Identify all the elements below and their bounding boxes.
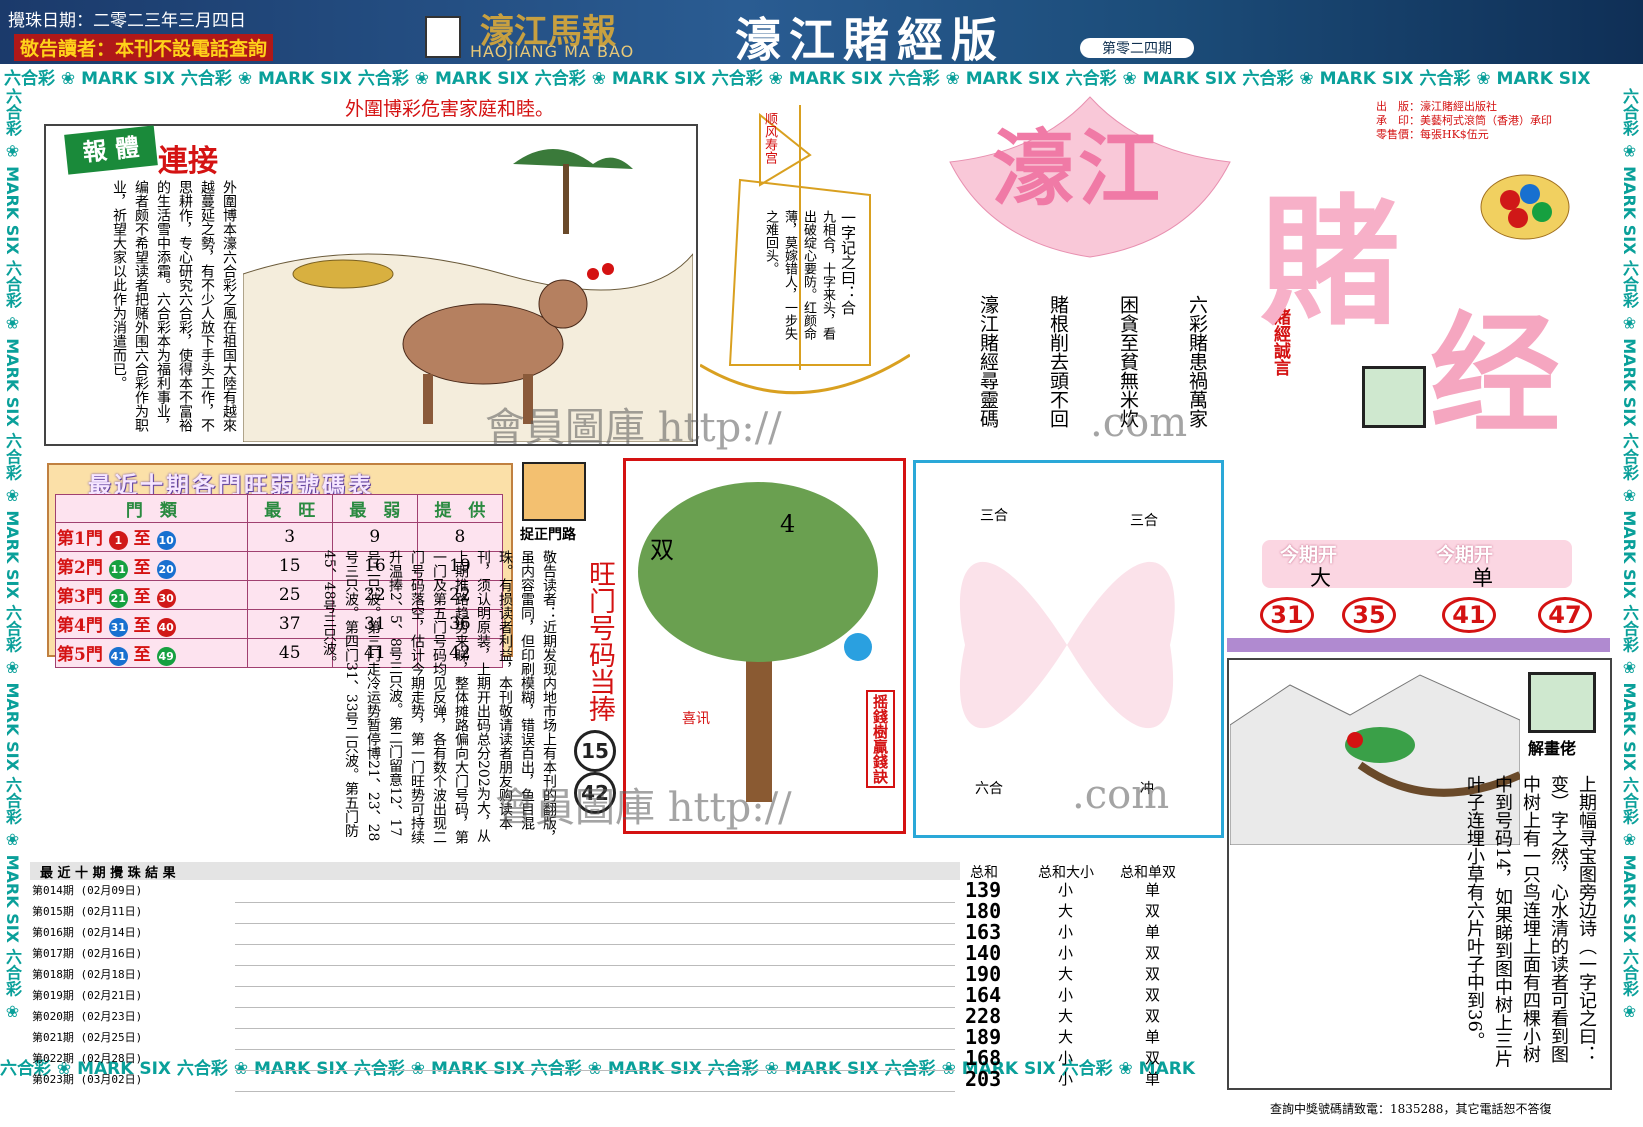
watermark-3: 會員圖庫 http://	[495, 785, 792, 831]
motto-line-4: 濠江賭經尋靈碼	[977, 295, 999, 428]
footer-phone: 查詢中獎號碼請致電：1835288，其它電話恕不答復	[1270, 1102, 1552, 1116]
col-tip: 提 供	[416, 494, 504, 523]
jiehua-text: 上期幅寻宝图旁边诗（一字记之曰：变）字之然，心水清的读者可看到图中树上有一只鸟连…	[1464, 775, 1597, 1068]
tree-side-label: 摇錢樹贏錢訣	[866, 690, 895, 788]
list-item: 第022期 (02月28日)	[32, 1052, 143, 1065]
door-road-text: 敬告读者：近期发现内地市场上有本刊的翻版，虽内容雷同，但印刷模糊，错误百出，鱼目…	[321, 550, 557, 844]
header-warning: 敬告讀者：本刊不設電話查詢	[14, 34, 274, 61]
tree-note-title: 喜讯	[682, 711, 710, 727]
results-sums: 139 180 163 140 190 164 228 189 168 203	[965, 878, 1002, 1091]
motto-line-1: 六彩賭患禍萬家	[1186, 295, 1208, 428]
list-item: 第015期 (02月11日)	[32, 905, 143, 918]
hand-icon	[1362, 366, 1426, 428]
hand-key-icon	[522, 462, 586, 521]
list-item: 第014期 (02月09日)	[32, 884, 143, 897]
results-col-parity: 总和单双	[1120, 865, 1176, 881]
draw-date: 攪珠日期：二零二三年三月四日	[8, 11, 246, 31]
list-item: 第017期 (02月16日)	[32, 947, 143, 960]
bigtitle-jing: 经	[1430, 298, 1561, 451]
hand-pen-icon	[1528, 672, 1596, 733]
tag-lianjie: 連接	[158, 144, 218, 179]
list-item: 第016期 (02月14日)	[32, 926, 143, 939]
period-num-2: 35	[1342, 597, 1396, 633]
results-periods: 第014期 (02月09日) 第015期 (02月11日) 第016期 (02月…	[32, 882, 252, 1092]
headline: 外圍博彩危害家庭和睦。	[345, 98, 555, 120]
bigtitle-haojiang: 濠江	[992, 121, 1165, 217]
bigtitle-du: 賭	[1260, 181, 1401, 345]
list-item: 第020期 (02月23日)	[32, 1010, 143, 1023]
tree-label-2: 4	[780, 510, 796, 538]
zodiac-label-b: 三合	[1130, 513, 1158, 529]
motto-line-3: 賭根削去頭不回	[1047, 295, 1069, 428]
right-band: 六合彩 ❀ MARK SIX 六合彩 ❀ MARK SIX 六合彩 ❀ MARK…	[1620, 88, 1639, 1022]
door-road-label: 捉正門路	[520, 527, 576, 543]
page-title: 濠江賭經版	[735, 13, 1005, 67]
results-parities: 单双单双双双双单双单	[1145, 881, 1161, 1088]
hot-number-label: 旺门号码当捧	[584, 560, 615, 722]
col-door: 門 類	[55, 494, 248, 523]
table-row: 第1門 1 至 10 398	[55, 522, 504, 552]
book-icon	[425, 16, 461, 58]
results-dot-grid	[235, 882, 955, 1092]
zodiac-label-a: 三合	[980, 508, 1008, 524]
list-item: 第018期 (02月18日)	[32, 968, 143, 981]
zodiac-label-c: 六合	[975, 781, 1003, 797]
jiehua-label: 解畫佬	[1528, 739, 1577, 758]
period-num-4: 47	[1538, 597, 1592, 633]
this-period-parity: 单	[1472, 566, 1493, 590]
results-title: 最 近 十 期 攪 珠 結 果	[40, 866, 176, 881]
jiehua-bar	[1227, 638, 1610, 652]
ship-sail: 顺风寿宫	[762, 112, 777, 164]
zodiac-heart-shape	[959, 561, 1175, 729]
list-item: 第019期 (02月21日)	[32, 989, 143, 1002]
lianjie-text: 外圍博本濠六合彩之風在祖国大陸有越來越蔓延之勢，有不少人放下手头工作，不思耕作，…	[111, 180, 237, 432]
col-hot: 最 旺	[246, 494, 333, 523]
publisher-info: 出 版：濠江賭經出版社承 印：美藝柯式滾筒（香港）承印 零售價：每張HK$伍元	[1376, 100, 1552, 141]
period-num-3: 41	[1442, 597, 1496, 633]
list-item: 第021期 (02月25日)	[32, 1031, 143, 1044]
issue-number: 第零二四期	[1080, 38, 1194, 58]
ship-verse-title: 一字记之曰：合	[839, 210, 857, 315]
money-tree-illustration	[638, 482, 878, 802]
tree-label-1: 双	[650, 536, 674, 564]
watermark-1: 會員圖庫 http://	[485, 405, 782, 451]
ship-verse: 九相合，十字来头，看出破绽心要防。红颜命薄，莫嫁错人，一步失之难回头。	[763, 210, 835, 340]
period-num-1: 31	[1260, 597, 1314, 633]
top-band: 六合彩 ❀ MARK SIX 六合彩 ❀ MARK SIX 六合彩 ❀ MARK…	[4, 69, 1591, 86]
left-band: 六合彩 ❀ MARK SIX 六合彩 ❀ MARK SIX 六合彩 ❀ MARK…	[3, 88, 22, 1022]
list-item: 第023期 (03月02日)	[32, 1073, 143, 1086]
col-cold: 最 弱	[331, 494, 418, 523]
hot-number-1: 15	[574, 730, 616, 772]
this-period-size: 大	[1310, 566, 1331, 590]
watermark-2: .com	[1090, 400, 1188, 446]
watermark-4: .com	[1072, 772, 1170, 818]
logo-english: HAOJIANG MA BAO	[470, 42, 635, 61]
results-sizes: 小大小小大小大大小小	[1058, 881, 1074, 1088]
results-col-size: 总和大小	[1038, 865, 1094, 881]
lottery-balls-icon	[1480, 174, 1570, 240]
